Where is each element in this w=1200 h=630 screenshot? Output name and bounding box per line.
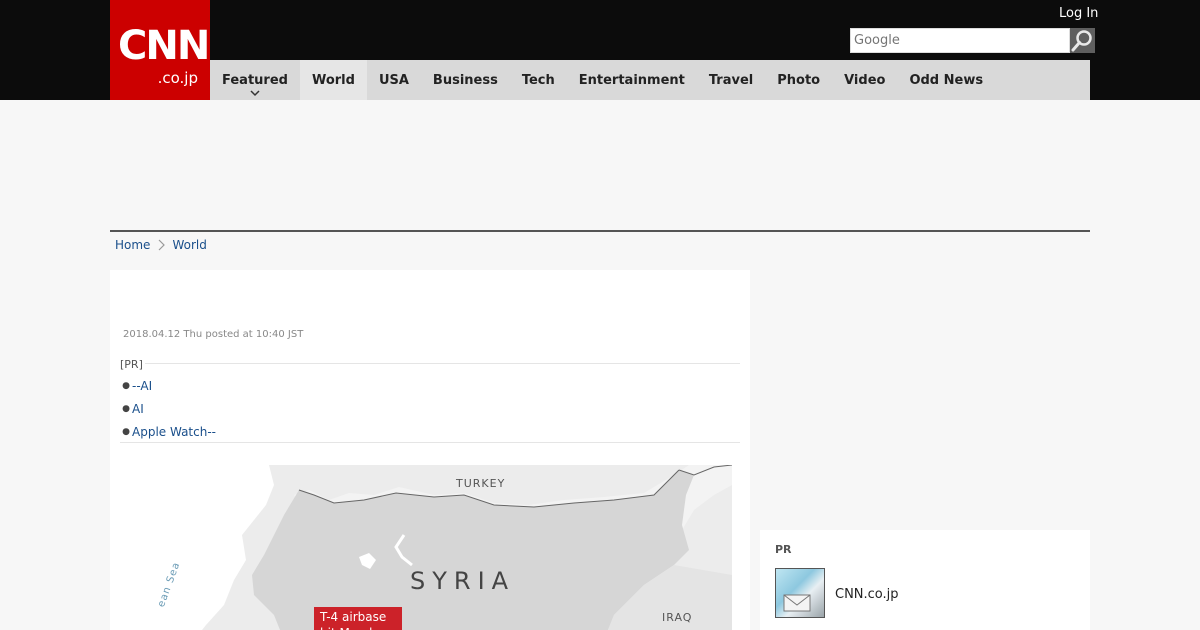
- cnn-logo[interactable]: CNN .co.jp: [110, 0, 210, 100]
- nav-item-featured[interactable]: Featured: [210, 60, 300, 100]
- search-input[interactable]: [850, 28, 1070, 53]
- nav-item-photo[interactable]: Photo: [765, 60, 832, 100]
- pr-links-box: [PR] ● --AI ● AI ● Apple Watch--: [120, 358, 740, 443]
- nav-item-label: World: [311, 72, 355, 88]
- login-link[interactable]: Log In: [1059, 6, 1098, 21]
- nav-item-travel[interactable]: Travel: [697, 60, 765, 100]
- map-label-turkey: TURKEY: [456, 477, 506, 490]
- pr-link-list: ● --AI ● AI ● Apple Watch--: [120, 374, 216, 443]
- bullet-icon: ●: [122, 380, 130, 391]
- pr-thumbnail[interactable]: [775, 568, 825, 618]
- pr-link[interactable]: --AI: [132, 379, 152, 393]
- bullet-icon: ●: [122, 403, 130, 414]
- map-callout: T-4 airbase hit Monday: [314, 607, 402, 630]
- nav-item-video[interactable]: Video: [832, 60, 897, 100]
- breadcrumb: Home World: [115, 238, 207, 252]
- nav-item-label: Tech: [521, 72, 555, 88]
- pr-label: [PR]: [120, 358, 145, 371]
- map-label-iraq: IRAQ: [662, 611, 693, 624]
- breadcrumb-world[interactable]: World: [172, 238, 206, 252]
- nav-item-usa[interactable]: USA: [367, 60, 421, 100]
- pr-item-link[interactable]: CNN.co.jp: [835, 587, 899, 602]
- list-item: ● Apple Watch--: [120, 420, 216, 443]
- search-icon: [1071, 30, 1092, 52]
- nav-item-label: Photo: [777, 72, 821, 88]
- nav-item-label: USA: [378, 72, 409, 88]
- nav-item-label: Entertainment: [578, 72, 685, 88]
- breadcrumb-home[interactable]: Home: [115, 238, 150, 252]
- article-timestamp: 2018.04.12 Thu posted at 10:40 JST: [123, 329, 304, 340]
- article-card: 2018.04.12 Thu posted at 10:40 JST [PR] …: [110, 270, 750, 630]
- nav-item-label: Video: [844, 72, 886, 88]
- pr-link[interactable]: AI: [132, 402, 144, 416]
- bullet-icon: ●: [122, 426, 130, 437]
- nav-item-label: Featured: [222, 72, 288, 88]
- map-graphic: [134, 465, 732, 630]
- mail-icon: [783, 594, 811, 612]
- sidebar-pr-widget: PR CNN.co.jp: [760, 530, 1090, 630]
- main-nav: Featured World USA Business Tech Enterta…: [210, 60, 1090, 100]
- nav-item-label: Odd News: [909, 72, 984, 88]
- nav-item-label: Travel: [708, 72, 754, 88]
- logo-sub-text: .co.jp: [157, 69, 198, 87]
- map-label-syria: SYRIA: [410, 567, 516, 595]
- list-item: ● --AI: [120, 374, 216, 397]
- section-divider: [110, 230, 1090, 232]
- list-item: ● AI: [120, 397, 216, 420]
- nav-item-label: Business: [432, 72, 498, 88]
- nav-item-entertainment[interactable]: Entertainment: [567, 60, 697, 100]
- top-bar: CNN .co.jp Log In Featured World USA Bus…: [0, 0, 1200, 100]
- logo-main-text: CNN: [118, 23, 210, 69]
- nav-item-business[interactable]: Business: [421, 60, 510, 100]
- nav-item-tech[interactable]: Tech: [510, 60, 567, 100]
- chevron-right-icon: [159, 239, 166, 251]
- syria-map-image: TURKEY SYRIA IRAQ ean Sea T-4 airbase hi…: [134, 465, 732, 630]
- chevron-down-icon: [250, 90, 260, 97]
- nav-item-odd-news[interactable]: Odd News: [897, 60, 995, 100]
- sidebar-pr-header: PR: [775, 543, 792, 556]
- pr-link[interactable]: Apple Watch--: [132, 425, 216, 439]
- nav-item-world[interactable]: World: [299, 60, 367, 100]
- search-button[interactable]: [1070, 28, 1095, 53]
